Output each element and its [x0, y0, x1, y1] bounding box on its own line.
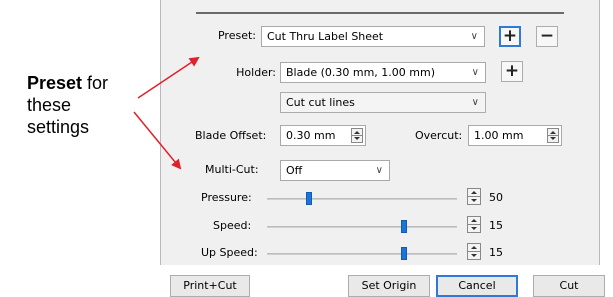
annotation-text: Preset for these settings [27, 72, 108, 138]
pressure-slider-thumb[interactable] [305, 192, 312, 205]
chevron-down-icon: ∨ [375, 165, 383, 176]
annotation-line3: settings [27, 117, 90, 137]
preset-value: Cut Thru Label Sheet [267, 30, 384, 43]
blade-offset-label: Blade Offset: [195, 129, 267, 142]
preset-select[interactable]: Cut Thru Label Sheet ∨ [261, 26, 485, 47]
up-speed-value: 15 [489, 246, 503, 259]
chevron-down-icon: ∨ [471, 97, 479, 108]
remove-preset-button[interactable]: − [536, 26, 558, 47]
add-preset-button[interactable]: + [499, 26, 521, 47]
multi-cut-value: Off [286, 164, 303, 177]
print-cut-button[interactable]: Print+Cut [170, 275, 250, 297]
multi-cut-label: Multi-Cut: [205, 163, 259, 176]
overcut-spinner[interactable]: 1.00 mm [468, 125, 562, 146]
blade-offset-spinner[interactable]: 0.30 mm [280, 125, 366, 146]
chevron-down-icon: ∨ [471, 67, 479, 78]
annotation-rest: for [82, 73, 109, 93]
holder-select[interactable]: Blade (0.30 mm, 1.00 mm) ∨ [280, 62, 486, 83]
annotation-bold: Preset [27, 73, 83, 93]
cut-button[interactable]: Cut [533, 275, 605, 297]
cut-mode-select[interactable]: Cut cut lines ∨ [280, 92, 486, 113]
spinner-icon[interactable] [467, 216, 481, 233]
speed-slider-thumb[interactable] [400, 220, 407, 233]
pressure-value: 50 [489, 191, 503, 204]
up-speed-slider-track[interactable] [267, 253, 457, 255]
speed-slider-track[interactable] [267, 226, 457, 228]
preset-label: Preset: [217, 29, 256, 42]
blade-offset-value: 0.30 mm [286, 129, 336, 142]
add-holder-button[interactable]: + [501, 61, 523, 82]
annotation-line2: these [27, 95, 72, 115]
spinner-icon[interactable] [547, 128, 559, 143]
pressure-label: Pressure: [201, 191, 252, 204]
spinner-icon[interactable] [467, 188, 481, 205]
spinner-icon[interactable] [351, 128, 363, 143]
chevron-down-icon: ∨ [470, 31, 478, 42]
speed-label: Speed: [213, 219, 252, 232]
overcut-value: 1.00 mm [474, 129, 524, 142]
divider [196, 12, 564, 14]
cancel-button[interactable]: Cancel [436, 275, 518, 297]
holder-label: Holder: [236, 66, 276, 79]
up-speed-slider-thumb[interactable] [400, 247, 407, 260]
pressure-slider-track[interactable] [267, 198, 457, 200]
set-origin-button[interactable]: Set Origin [348, 275, 430, 297]
up-speed-label: Up Speed: [201, 246, 258, 259]
multi-cut-select[interactable]: Off ∨ [280, 160, 390, 181]
speed-value: 15 [489, 219, 503, 232]
cut-mode-value: Cut cut lines [286, 96, 355, 109]
settings-panel: Preset: Cut Thru Label Sheet ∨ + − Holde… [160, 0, 600, 265]
overcut-label: Overcut: [415, 129, 463, 142]
holder-value: Blade (0.30 mm, 1.00 mm) [286, 66, 436, 79]
spinner-icon[interactable] [467, 243, 481, 260]
